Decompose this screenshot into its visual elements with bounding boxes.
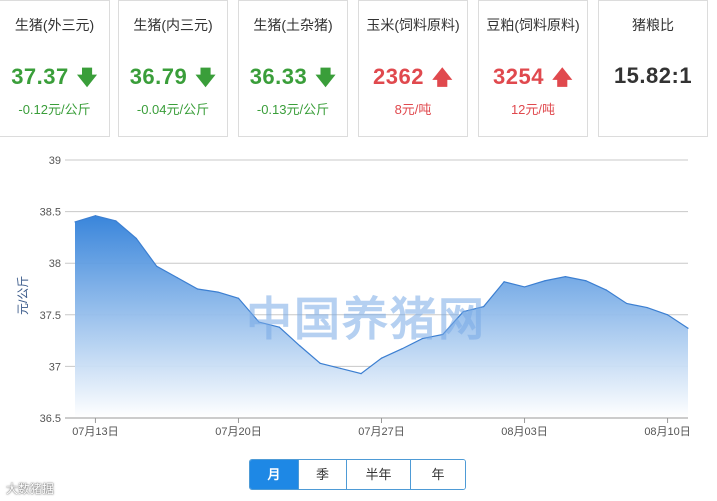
data-point: [74, 221, 76, 223]
y-tick-label: 39: [49, 155, 61, 167]
data-point: [483, 305, 485, 308]
arrow-up-icon: 🡅: [551, 67, 573, 89]
card-value: 15.82:1: [613, 63, 693, 88]
price-card: 猪粮比 15.82:1: [598, 0, 708, 137]
card-value-row: 36.33 🡇: [239, 63, 347, 97]
data-point: [319, 362, 321, 364]
data-point: [401, 348, 403, 350]
x-tick-label: 07月13日: [72, 426, 118, 438]
card-value-row: 15.82:1: [599, 63, 707, 89]
card-title: 生猪(外三元): [14, 17, 95, 33]
area-fill: [75, 215, 688, 418]
card-value: 3254: [492, 64, 544, 89]
price-card: 生猪(内三元) 36.79 🡇 -0.04元/公斤: [118, 0, 228, 137]
data-point: [237, 297, 240, 299]
data-point: [258, 321, 260, 323]
data-point: [605, 289, 607, 291]
card-title: 玉米(饲料原料): [366, 17, 460, 33]
data-point: [442, 333, 444, 336]
tab-year[interactable]: 年: [410, 460, 465, 489]
data-point: [687, 327, 689, 329]
x-tick-label: 07月20日: [215, 426, 261, 438]
card-title: 猪粮比: [632, 17, 674, 33]
card-value: 36.33: [249, 64, 308, 89]
data-point: [523, 286, 526, 288]
data-point: [94, 215, 97, 217]
data-point: [176, 277, 178, 279]
x-tick-label: 08月03日: [501, 426, 547, 438]
y-tick-label: 38: [49, 258, 61, 270]
data-point: [340, 367, 342, 370]
data-point: [115, 220, 117, 222]
data-point: [666, 314, 669, 316]
data-point: [503, 281, 505, 283]
price-card: 豆粕(饲料原料) 3254 🡅 12元/吨: [478, 0, 588, 137]
y-tick-label: 38.5: [40, 207, 61, 219]
price-chart: 36.5 37 37.5 38 38.5 39 07月13日 07月20日 07月27日 08月0…: [0, 145, 717, 440]
price-area-chart: 36.5 37 37.5 38 38.5 39 07月13日 07月20日 07月27日 08月0…: [40, 155, 691, 438]
y-axis-label: 元/公斤: [16, 275, 30, 315]
card-change: -0.04元/公斤: [136, 102, 210, 117]
data-point: [156, 265, 158, 267]
data-point: [278, 326, 280, 328]
x-tick-label: 08月10日: [644, 426, 690, 438]
data-point: [626, 302, 628, 305]
data-point: [585, 280, 587, 282]
tab-month[interactable]: 月: [250, 460, 298, 489]
price-card: 生猪(土杂猪) 36.33 🡇 -0.13元/公斤: [238, 0, 348, 137]
y-tick-label: 37.5: [40, 310, 61, 322]
price-cards: 生猪(外三元) 37.37 🡇 -0.12元/公斤 生猪(内三元) 36.79 🡇 -0.04…: [0, 0, 717, 145]
card-change: -0.12元/公斤: [18, 102, 91, 117]
card-value: 36.79: [129, 64, 188, 89]
y-tick-label: 36.5: [40, 413, 61, 425]
data-point: [135, 237, 137, 240]
data-point: [544, 280, 546, 282]
arrow-down-icon: 🡇: [315, 67, 337, 89]
data-point: [564, 276, 567, 278]
price-card: 生猪(外三元) 37.37 🡇 -0.12元/公斤: [0, 0, 110, 137]
card-value-row: 37.37 🡇: [0, 63, 109, 97]
data-point: [380, 357, 383, 359]
arrow-up-icon: 🡅: [431, 67, 453, 89]
card-value: 37.37: [11, 64, 69, 89]
card-change: 12元/吨: [510, 102, 556, 117]
data-point: [462, 311, 464, 313]
tab-half-year[interactable]: 半年: [346, 460, 410, 489]
data-point: [360, 373, 362, 375]
data-point: [197, 288, 199, 290]
data-point: [217, 291, 219, 293]
card-title: 生猪(内三元): [133, 17, 213, 33]
data-point: [646, 306, 648, 309]
arrow-down-icon: 🡇: [195, 67, 217, 89]
price-card: 玉米(饲料原料) 2362 🡅 8元/吨: [358, 0, 468, 137]
tab-quarter[interactable]: 季: [298, 460, 346, 489]
data-point: [299, 345, 301, 347]
period-tabs: 月 季 半年 年: [249, 459, 466, 490]
x-tick-label: 07月27日: [358, 426, 404, 438]
card-value: 2362: [372, 64, 424, 89]
arrow-down-icon: 🡇: [76, 67, 98, 89]
card-change: 8元/吨: [394, 102, 432, 117]
card-change: -0.13元/公斤: [256, 102, 330, 117]
card-title: 豆粕(饲料原料): [486, 17, 580, 33]
y-tick-label: 37: [49, 361, 61, 373]
brand-logo: 大数猪据: [6, 482, 55, 496]
card-value-row: 36.79 🡇: [119, 63, 227, 97]
card-title: 生猪(土杂猪): [253, 17, 333, 33]
card-value-row: 2362 🡅: [359, 63, 467, 97]
card-value-row: 3254 🡅: [479, 63, 587, 97]
data-point: [421, 337, 423, 340]
